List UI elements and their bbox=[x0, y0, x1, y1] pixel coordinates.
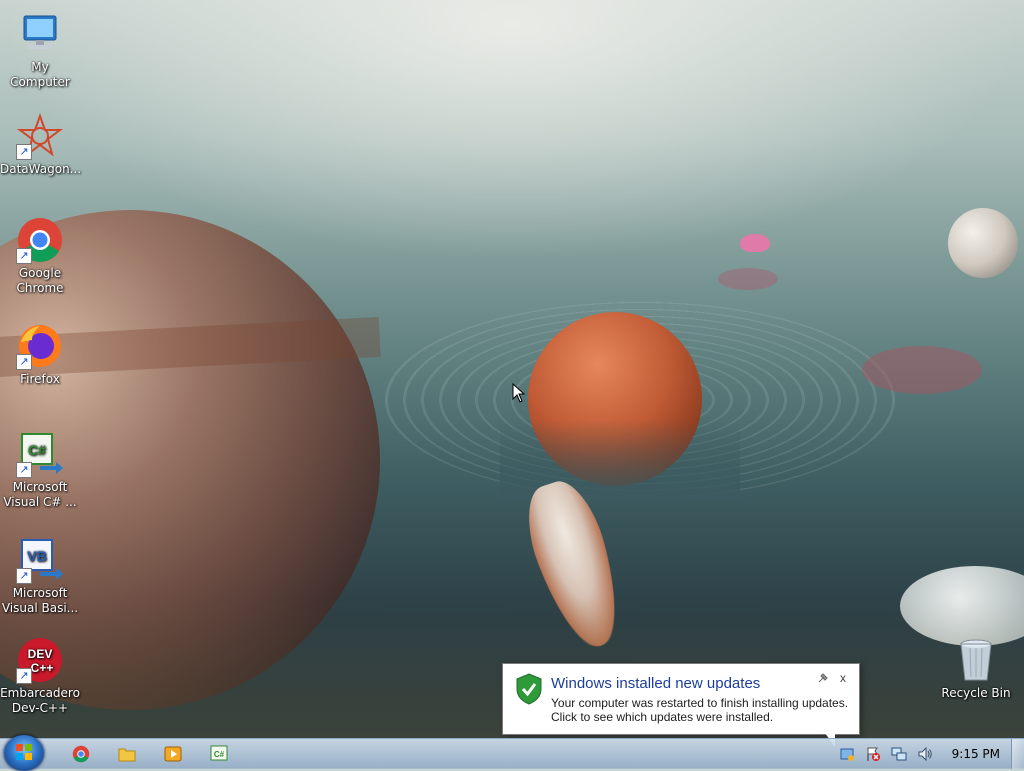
desktop-icon-label: DataWagon... bbox=[0, 162, 82, 176]
shortcut-arrow-icon: ↗ bbox=[16, 354, 32, 370]
taskbar-clock[interactable]: 9:15 PM bbox=[952, 747, 1000, 761]
update-notification[interactable]: Windows installed new updates Your compu… bbox=[502, 663, 860, 747]
desktop-icon-my-computer[interactable]: My Computer bbox=[0, 10, 80, 90]
taskbar-chrome[interactable] bbox=[60, 741, 102, 767]
shortcut-arrow-icon: ↗ bbox=[16, 462, 32, 478]
wallpaper-lily-pad-small bbox=[718, 268, 778, 290]
notification-body-line2: Click to see which updates were installe… bbox=[551, 710, 774, 724]
taskbar-explorer[interactable] bbox=[106, 741, 148, 767]
shield-check-icon bbox=[516, 673, 542, 705]
desktop-icon-visual-basic[interactable]: VB ↗ Microsoft Visual Basi... bbox=[0, 536, 80, 616]
desktop-icon-label: Microsoft Visual Basi... bbox=[1, 586, 79, 615]
taskbar-visual-csharp[interactable]: C# bbox=[198, 741, 240, 767]
show-desktop-button[interactable] bbox=[1011, 739, 1024, 769]
desktop-icon-label: Google Chrome bbox=[16, 266, 64, 295]
windows-update-icon[interactable] bbox=[839, 746, 855, 762]
chrome-icon bbox=[72, 745, 90, 763]
desktop-icon-firefox[interactable]: ↗ Firefox bbox=[0, 322, 80, 387]
shortcut-arrow-icon: ↗ bbox=[16, 248, 32, 264]
dev-cpp-icon: DEV C++ ↗ bbox=[16, 636, 64, 684]
chrome-icon: ↗ bbox=[16, 216, 64, 264]
datawagon-icon: ↗ bbox=[16, 112, 64, 160]
desktop-icon-visual-csharp[interactable]: C# ↗ Microsoft Visual C# ... bbox=[0, 430, 80, 510]
svg-text:DEV: DEV bbox=[28, 647, 53, 661]
notification-body: Your computer was restarted to finish in… bbox=[551, 696, 851, 724]
system-tray: 9:15 PM bbox=[834, 739, 1010, 769]
svg-text:C#: C# bbox=[214, 750, 225, 759]
desktop-wallpaper bbox=[0, 0, 1024, 738]
desktop-icon-google-chrome[interactable]: ↗ Google Chrome bbox=[0, 216, 80, 296]
notification-options-icon[interactable] bbox=[817, 672, 829, 684]
firefox-icon: ↗ bbox=[16, 322, 64, 370]
computer-icon bbox=[16, 10, 64, 58]
action-center-flag-icon[interactable] bbox=[865, 746, 881, 762]
desktop-icon-label: My Computer bbox=[10, 60, 70, 89]
wallpaper-moon bbox=[948, 208, 1018, 278]
folder-icon bbox=[118, 748, 136, 762]
wallpaper-lily-pad bbox=[862, 346, 982, 394]
desktop-icon-datawagon[interactable]: ↗ DataWagon... bbox=[0, 112, 82, 177]
desktop-icon-label: Recycle Bin bbox=[941, 686, 1011, 700]
shortcut-arrow-icon: ↗ bbox=[16, 144, 32, 160]
notification-body-line1: Your computer was restarted to finish in… bbox=[551, 696, 849, 710]
shortcut-arrow-icon: ↗ bbox=[16, 668, 32, 684]
network-icon[interactable] bbox=[891, 746, 907, 762]
visual-csharp-icon: C# bbox=[210, 745, 228, 761]
taskbar-media-player[interactable] bbox=[152, 741, 194, 767]
svg-text:VB: VB bbox=[27, 548, 46, 564]
desktop-icon-label: Microsoft Visual C# ... bbox=[3, 480, 77, 509]
start-button[interactable] bbox=[4, 735, 44, 771]
media-player-icon bbox=[164, 746, 182, 762]
visual-basic-icon: VB ↗ bbox=[16, 536, 64, 584]
mouse-cursor-icon bbox=[512, 383, 526, 403]
windows-logo-icon bbox=[16, 744, 32, 760]
taskbar: C# 9:15 PM bbox=[0, 735, 1024, 771]
wallpaper-water bbox=[500, 420, 740, 500]
desktop-icon-label: Embarcadero Dev-C++ bbox=[0, 686, 80, 715]
notification-close-button[interactable]: x bbox=[837, 672, 849, 684]
notification-title: Windows installed new updates bbox=[551, 675, 761, 692]
desktop-icon-label: Firefox bbox=[20, 372, 60, 386]
svg-text:C#: C# bbox=[28, 442, 46, 458]
recycle-bin-icon bbox=[952, 636, 1000, 684]
desktop-icon-recycle-bin[interactable]: Recycle Bin bbox=[936, 636, 1016, 701]
svg-text:C++: C++ bbox=[31, 661, 54, 675]
wallpaper-lotus bbox=[740, 234, 770, 252]
volume-icon[interactable] bbox=[917, 746, 933, 762]
visual-csharp-icon: C# ↗ bbox=[16, 430, 64, 478]
shortcut-arrow-icon: ↗ bbox=[16, 568, 32, 584]
desktop-icon-dev-cpp[interactable]: DEV C++ ↗ Embarcadero Dev-C++ bbox=[0, 636, 80, 716]
